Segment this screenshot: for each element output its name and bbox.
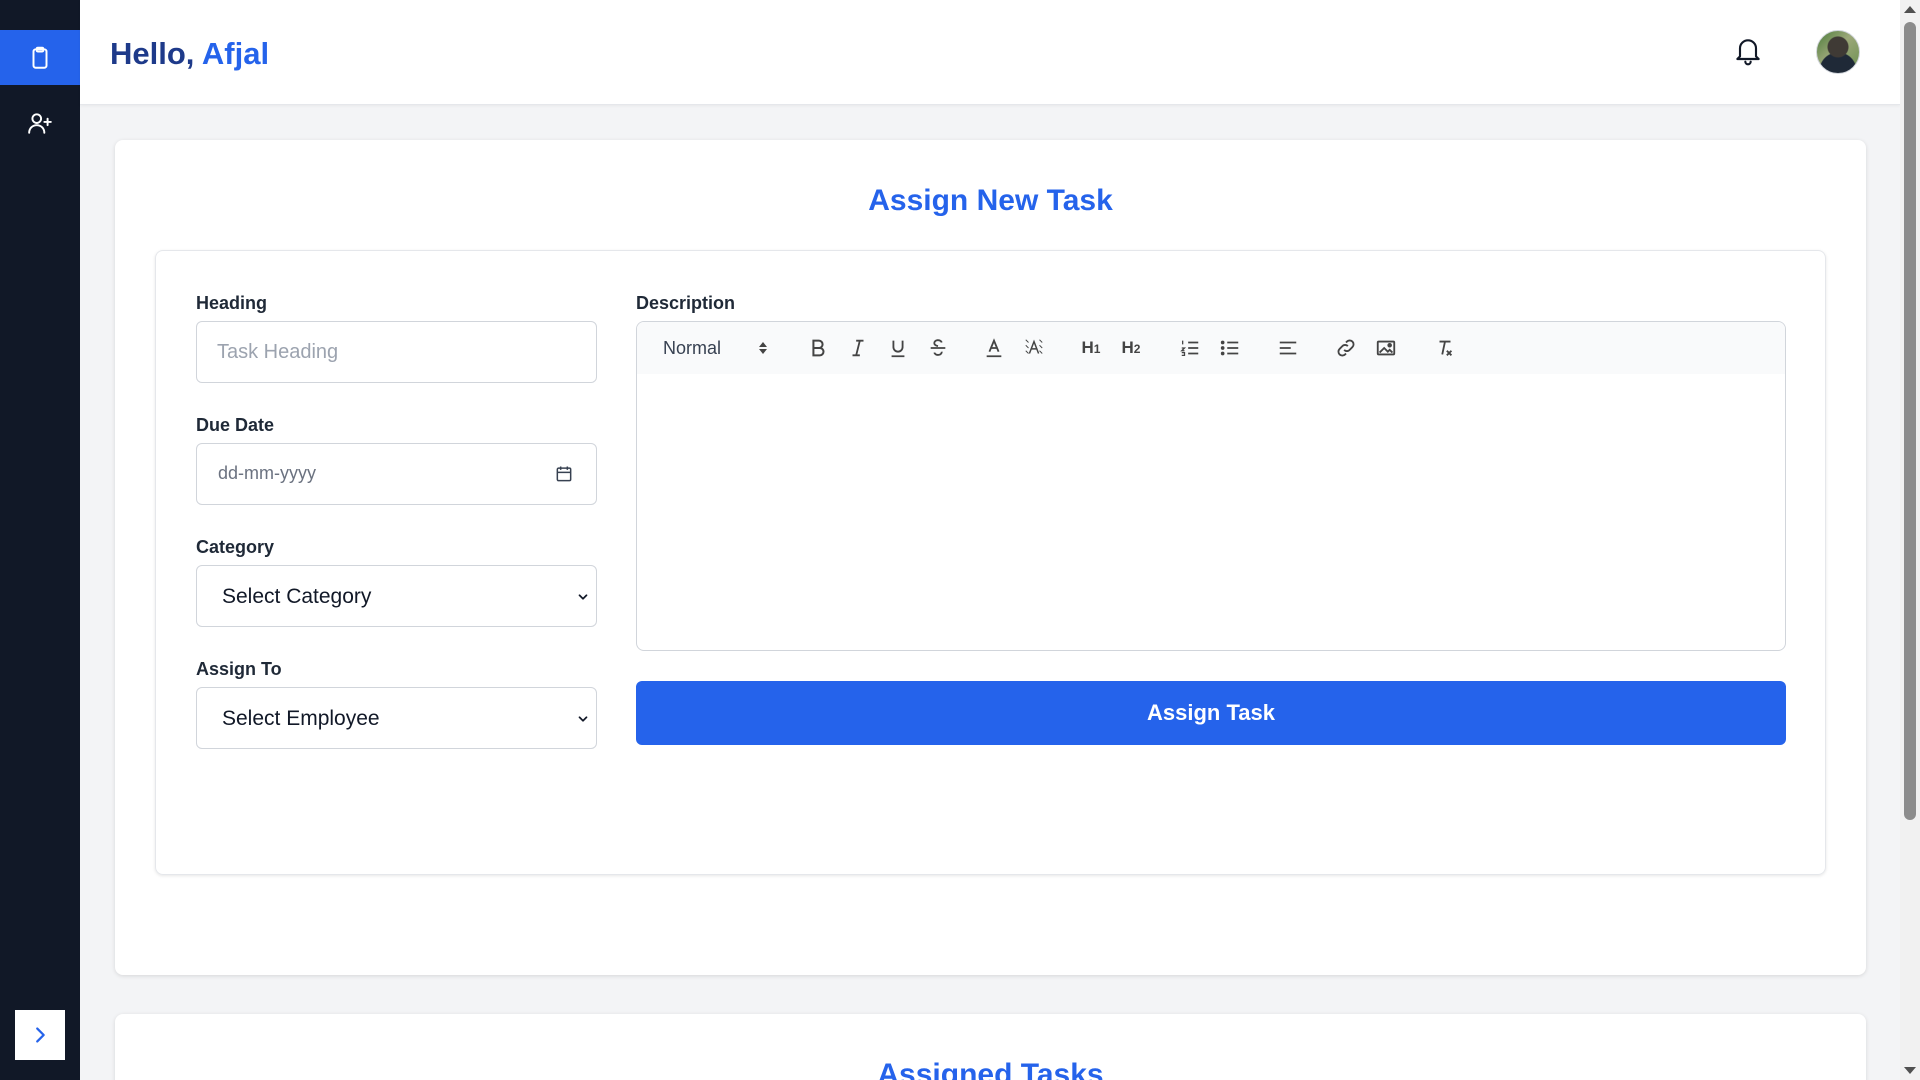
format-select[interactable]: Normal <box>663 338 721 359</box>
sidebar-item-tasks[interactable] <box>0 30 80 85</box>
assign-task-button[interactable]: Assign Task <box>636 681 1786 745</box>
calendar-icon[interactable] <box>554 464 574 484</box>
description-editor: Normal H1 H2 <box>636 321 1786 651</box>
header-1-button[interactable]: H1 <box>1078 335 1104 361</box>
sidebar <box>0 0 80 1080</box>
chevron-right-icon <box>36 1027 45 1043</box>
top-header: Hello, Afjal <box>80 0 1900 105</box>
greeting-prefix: Hello, <box>110 36 195 71</box>
clear-format-button[interactable] <box>1432 335 1458 361</box>
heading-field-wrapper <box>196 321 597 383</box>
align-button[interactable] <box>1275 335 1301 361</box>
bullet-list-button[interactable] <box>1217 335 1243 361</box>
scroll-down-icon[interactable] <box>1904 1067 1916 1074</box>
chevron-down-icon <box>578 716 588 722</box>
assigned-tasks-title: Assigned Tasks <box>877 1058 1104 1080</box>
page-title: Assign New Task <box>868 184 1113 217</box>
chevron-down-icon <box>578 594 588 600</box>
link-button[interactable] <box>1333 335 1359 361</box>
assign-task-card: Assign New Task Heading Due Date dd-mm-y… <box>115 140 1866 975</box>
scroll-up-icon[interactable] <box>1904 6 1916 13</box>
notification-button[interactable] <box>1732 34 1764 68</box>
description-label: Description <box>636 293 736 313</box>
heading-label: Heading <box>196 293 268 313</box>
category-label: Category <box>196 537 275 557</box>
due-date-label: Due Date <box>196 415 275 435</box>
assign-to-label: Assign To <box>196 659 282 679</box>
ordered-list-icon <box>1180 340 1199 356</box>
text-color-button[interactable] <box>981 335 1007 361</box>
italic-icon <box>852 339 864 357</box>
user-name: Afjal <box>201 36 270 71</box>
description-text-area[interactable] <box>637 374 1785 650</box>
bold-button[interactable] <box>805 335 831 361</box>
user-plus-icon <box>28 112 52 134</box>
underline-icon <box>891 340 905 358</box>
h2-icon: H2 <box>1121 338 1141 357</box>
strikethrough-icon <box>930 339 946 356</box>
assign-to-selected-value: Select Employee <box>222 707 380 730</box>
highlight-icon <box>1025 339 1043 354</box>
header-2-button[interactable]: H2 <box>1118 335 1144 361</box>
assigned-tasks-card: Assigned Tasks <box>115 1014 1866 1080</box>
scroll-thumb[interactable] <box>1904 22 1916 820</box>
image-icon <box>1376 340 1396 356</box>
page-scrollbar[interactable] <box>1900 0 1920 1080</box>
clear-format-icon <box>1439 340 1453 356</box>
sidebar-item-add-user[interactable] <box>0 95 80 150</box>
editor-toolbar: Normal H1 H2 <box>637 322 1785 374</box>
due-date-placeholder: dd-mm-yyyy <box>218 463 316 483</box>
link-icon <box>1337 339 1355 357</box>
image-button[interactable] <box>1373 335 1399 361</box>
category-select[interactable]: Select Category <box>196 565 597 627</box>
align-left-icon <box>1279 341 1297 355</box>
updown-arrows-icon <box>759 342 767 354</box>
bold-icon <box>812 339 825 357</box>
underline-button[interactable] <box>885 335 911 361</box>
strike-button[interactable] <box>925 335 951 361</box>
italic-button[interactable] <box>845 335 871 361</box>
bullet-list-icon <box>1220 340 1239 356</box>
avatar[interactable] <box>1816 30 1860 74</box>
due-date-input[interactable]: dd-mm-yyyy <box>196 443 597 505</box>
ordered-list-button[interactable] <box>1177 335 1203 361</box>
bell-icon <box>1736 39 1760 66</box>
background-color-button[interactable] <box>1021 335 1047 361</box>
assign-to-select[interactable]: Select Employee <box>196 687 597 749</box>
h1-icon: H1 <box>1081 338 1101 357</box>
heading-input[interactable] <box>197 322 596 382</box>
text-color-icon <box>986 338 1002 358</box>
clipboard-icon <box>32 46 48 69</box>
sidebar-toggle-button[interactable] <box>15 1010 65 1060</box>
category-selected-value: Select Category <box>222 585 372 608</box>
assign-task-form: Heading Due Date dd-mm-yyyy Category Sel… <box>155 250 1826 875</box>
greeting: Hello, Afjal <box>110 36 269 72</box>
